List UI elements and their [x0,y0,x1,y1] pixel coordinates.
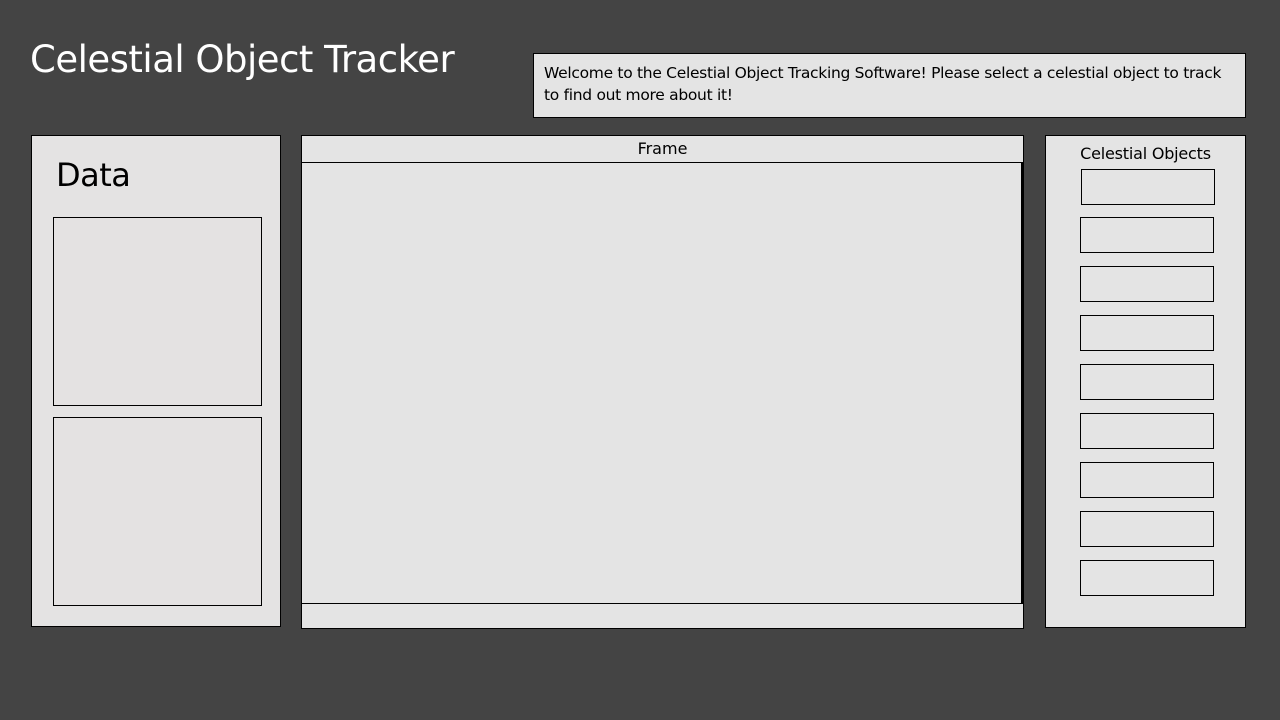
welcome-message: Welcome to the Celestial Object Tracking… [533,53,1246,118]
celestial-object-button[interactable] [1080,364,1214,400]
celestial-object-button[interactable] [1081,169,1215,205]
frame-panel: Frame [301,135,1024,629]
celestial-object-button[interactable] [1080,413,1214,449]
frame-title: Frame [637,139,688,158]
data-display-box [53,217,262,406]
celestial-object-button[interactable] [1080,217,1214,253]
data-panel: Data [31,135,281,627]
app-title: Celestial Object Tracker [30,38,455,81]
celestial-object-button[interactable] [1080,266,1214,302]
celestial-object-button[interactable] [1080,462,1214,498]
data-display-box [53,417,262,606]
frame-viewport[interactable] [302,162,1023,604]
celestial-objects-panel: Celestial Objects [1045,135,1246,628]
celestial-object-button[interactable] [1080,560,1214,596]
celestial-objects-title: Celestial Objects [1080,144,1211,163]
celestial-object-button[interactable] [1080,511,1214,547]
data-panel-title: Data [56,156,131,194]
celestial-object-button[interactable] [1080,315,1214,351]
